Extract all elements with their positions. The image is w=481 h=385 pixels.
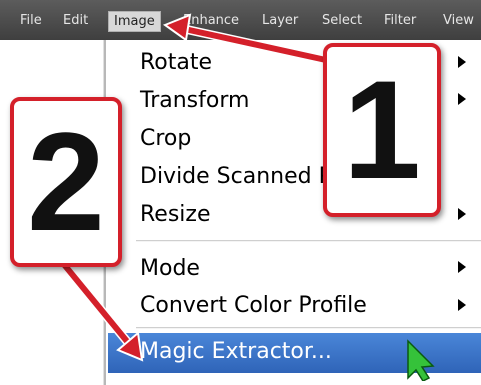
callout-badge-2: 2: [10, 97, 122, 267]
arrow-cursor-icon: [407, 339, 435, 381]
arrow-to-magic-extractor: [58, 259, 144, 362]
arrow-to-image-menu: [162, 13, 336, 67]
callout-badge-1: 1: [323, 43, 441, 217]
